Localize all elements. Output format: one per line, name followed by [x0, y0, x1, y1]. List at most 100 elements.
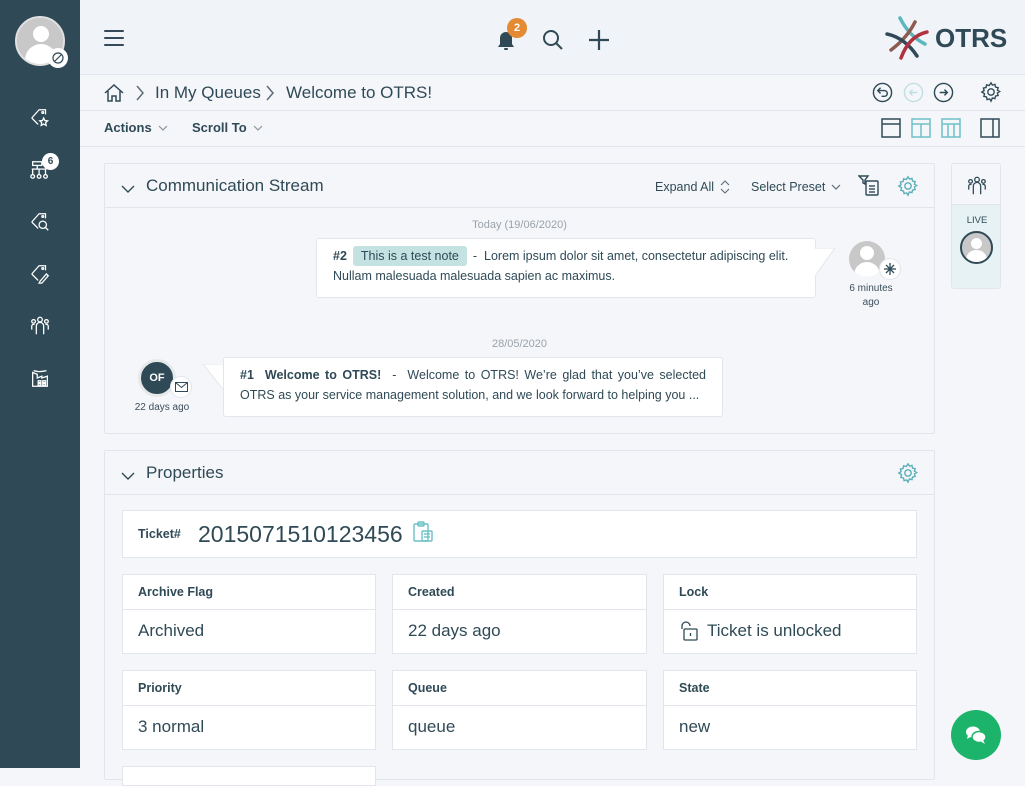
scroll-to-label: Scroll To [192, 120, 247, 135]
home-icon [104, 83, 124, 102]
plus-icon [589, 30, 609, 50]
layout-three-column-button[interactable] [941, 118, 961, 138]
property-queue: Queue queue [392, 670, 647, 750]
field-label: Lock [664, 575, 916, 610]
breadcrumb: In My Queues Welcome to OTRS! [80, 75, 1025, 111]
ticket-number-value: 2015071510123456 [198, 520, 403, 547]
bubble-pointer [203, 364, 225, 393]
factory-icon [32, 370, 48, 387]
field-value: new [679, 717, 711, 736]
live-section: LIVE [952, 204, 1000, 288]
field-label: Priority [123, 671, 375, 706]
sidebar-item-companies[interactable] [28, 366, 52, 390]
sidebar: 6 [0, 0, 80, 768]
field-value: queue [408, 717, 456, 736]
toggle-sidebar-button[interactable] [980, 118, 1000, 138]
live-label: LIVE [966, 215, 988, 226]
bubble-pointer [815, 248, 836, 277]
field-value: Archived [138, 621, 205, 640]
copy-button[interactable] [412, 520, 433, 548]
stream-settings-button[interactable] [897, 175, 919, 197]
actions-label: Actions [104, 120, 152, 135]
properties-settings-button[interactable] [897, 462, 919, 484]
field-label: Created [393, 575, 646, 610]
article-number: #2 [333, 249, 347, 263]
select-preset-label: Select Preset [751, 180, 826, 194]
customers-icon [31, 316, 49, 335]
create-button[interactable] [587, 28, 611, 57]
live-user-avatar[interactable] [960, 231, 993, 264]
unlock-icon [681, 621, 698, 641]
previous-ticket-button[interactable] [903, 82, 924, 103]
customers-icon [968, 176, 986, 195]
layout-two-column-button[interactable] [911, 118, 931, 138]
field-label: Queue [393, 671, 646, 706]
actions-dropdown[interactable]: Actions [104, 120, 168, 135]
properties-header: Properties [105, 451, 934, 495]
chevron-down-icon [831, 184, 841, 190]
toolbar: Actions Scroll To [80, 111, 1025, 147]
tag-star-icon [31, 109, 50, 127]
property-priority: Priority 3 normal [122, 670, 376, 750]
article-number: #1 [240, 368, 254, 382]
participants-button[interactable] [966, 175, 988, 197]
field-label: Archive Flag [123, 575, 375, 610]
filter-list-icon [858, 175, 879, 196]
property-archive-flag: Archive Flag Archived [122, 574, 376, 654]
participants-widget: LIVE [951, 163, 1001, 289]
chevron-down-icon [253, 125, 263, 131]
chat-status-icon [48, 48, 68, 68]
note-tag: This is a test note [352, 246, 467, 266]
communication-stream-header: Communication Stream Expand All Select P… [105, 164, 934, 208]
collapse-toggle[interactable] [121, 467, 135, 485]
sidebar-item-tickets[interactable] [28, 262, 52, 286]
tag-search-icon [31, 213, 49, 231]
property-next [122, 766, 376, 786]
breadcrumb-separator [135, 84, 145, 107]
separator: - [472, 249, 478, 263]
breadcrumb-current: Welcome to OTRS! [286, 83, 433, 102]
otrs-logo[interactable]: OTRS [885, 16, 1007, 60]
scroll-to-dropdown[interactable]: Scroll To [192, 120, 263, 135]
next-ticket-button[interactable] [933, 82, 954, 103]
menu-toggle-button[interactable] [104, 30, 124, 48]
search-button[interactable] [542, 29, 564, 56]
sidebar-item-customers[interactable] [28, 314, 52, 338]
queues-count-badge: 6 [42, 153, 59, 170]
breadcrumb-separator [265, 84, 275, 107]
property-lock: Lock Ticket is unlocked [663, 574, 917, 654]
tag-edit-icon [31, 265, 50, 284]
date-separator: Today (19/06/2020) [472, 219, 567, 231]
breadcrumb-in-my-queues[interactable]: In My Queues [155, 83, 261, 103]
otrs-logo-icon [885, 16, 929, 60]
clipboard-icon [412, 520, 433, 542]
layout-two-column-icon [911, 118, 931, 138]
logo-text: OTRS [935, 22, 1008, 53]
layout-single-column-button[interactable] [881, 118, 901, 138]
breadcrumb-home[interactable] [103, 82, 125, 104]
article-2-time: 6 minutes ago [849, 283, 893, 308]
date-separator: 28/05/2020 [491, 338, 548, 350]
notifications-count-badge: 2 [507, 18, 527, 38]
article-2[interactable]: #2 This is a test note - Lorem ipsum dolor… [316, 238, 816, 298]
expand-all-button[interactable]: Expand All [655, 180, 730, 194]
filter-button[interactable] [858, 175, 880, 197]
property-created: Created 22 days ago [392, 574, 647, 654]
article-1[interactable]: #1 Welcome to OTRS! - Welcome to OTRS! W… [223, 357, 723, 417]
chat-bubbles-icon [966, 726, 987, 744]
sidebar-item-search[interactable] [28, 210, 52, 234]
chat-button[interactable] [951, 710, 1001, 760]
chevron-down-icon [121, 185, 135, 193]
collapse-toggle[interactable] [121, 180, 135, 198]
settings-button[interactable] [980, 81, 1002, 103]
select-preset-dropdown[interactable]: Select Preset [751, 180, 841, 194]
undo-button[interactable] [872, 82, 893, 103]
field-value: Ticket is unlocked [707, 621, 842, 640]
sidebar-item-bookmarks[interactable] [28, 106, 52, 130]
field-value: 3 normal [138, 717, 205, 736]
chevron-down-icon [121, 472, 135, 480]
ticket-number-label: Ticket# [138, 527, 181, 541]
article-1-time: 22 days ago [134, 402, 190, 413]
communication-stream-panel: Communication Stream Expand All Select P… [104, 163, 935, 434]
expand-all-label: Expand All [655, 180, 715, 194]
